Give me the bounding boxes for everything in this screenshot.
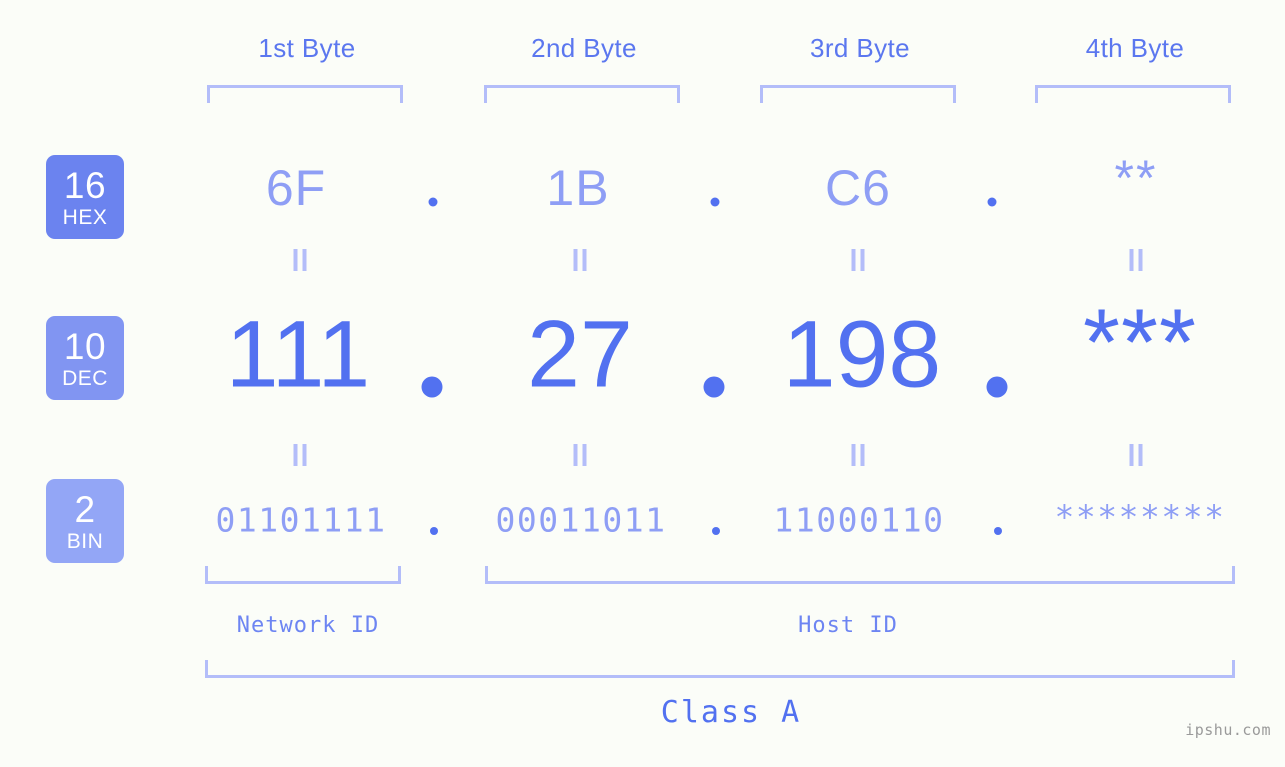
dec-byte-2: 27 bbox=[527, 301, 633, 408]
byte-bracket-4 bbox=[1035, 85, 1231, 103]
dec-byte-1: 111 bbox=[225, 301, 371, 408]
bin-separator-1 bbox=[430, 527, 438, 535]
equals-mark-hex-dec-3 bbox=[851, 249, 865, 271]
dec-separator-1 bbox=[421, 376, 443, 398]
equals-mark-dec-bin-1 bbox=[293, 444, 307, 466]
byte-header-3: 3rd Byte bbox=[809, 33, 911, 63]
hex-byte-3: C6 bbox=[825, 160, 891, 216]
dec-byte-3: 198 bbox=[782, 301, 942, 408]
byte-header-4: 4th Byte bbox=[1085, 33, 1185, 63]
equals-mark-dec-bin-4 bbox=[1129, 444, 1143, 466]
hex-separator-1 bbox=[428, 197, 438, 207]
base-badge-dec-number: 10 bbox=[63, 325, 107, 367]
bin-separator-2 bbox=[712, 527, 720, 535]
hex-separator-2 bbox=[710, 197, 720, 207]
class-bracket bbox=[205, 660, 1235, 678]
base-badge-bin-label: BIN bbox=[66, 529, 104, 553]
byte-bracket-3 bbox=[760, 85, 956, 103]
base-badge-hex: 16 HEX bbox=[46, 155, 124, 239]
bin-byte-2: 00011011 bbox=[495, 500, 667, 540]
host-id-label: Host ID bbox=[798, 613, 898, 638]
base-badge-bin-number: 2 bbox=[74, 488, 96, 530]
dec-separator-3 bbox=[986, 376, 1008, 398]
equals-mark-dec-bin-2 bbox=[573, 444, 587, 466]
ip-address-breakdown-diagram: 1st Byte 2nd Byte 3rd Byte 4th Byte 16 H… bbox=[0, 0, 1285, 767]
hex-byte-4: ** bbox=[1114, 150, 1158, 206]
byte-bracket-2 bbox=[484, 85, 680, 103]
host-id-bracket bbox=[485, 566, 1235, 584]
base-badge-dec: 10 DEC bbox=[46, 316, 124, 400]
base-badge-bin: 2 BIN bbox=[46, 479, 124, 563]
dec-separator-2 bbox=[703, 376, 725, 398]
base-badge-hex-label: HEX bbox=[62, 205, 108, 229]
byte-bracket-1 bbox=[207, 85, 403, 103]
bin-byte-3: 11000110 bbox=[773, 500, 945, 540]
class-label: Class A bbox=[660, 695, 802, 730]
equals-mark-dec-bin-3 bbox=[851, 444, 865, 466]
hex-byte-2: 1B bbox=[546, 160, 610, 216]
byte-header-1: 1st Byte bbox=[258, 33, 356, 63]
network-id-label: Network ID bbox=[236, 613, 380, 638]
bin-byte-4: ******** bbox=[1054, 497, 1226, 537]
hex-byte-1: 6F bbox=[265, 160, 327, 216]
equals-mark-hex-dec-2 bbox=[573, 249, 587, 271]
equals-mark-hex-dec-1 bbox=[293, 249, 307, 271]
watermark: ipshu.com bbox=[1185, 721, 1271, 739]
base-badge-dec-label: DEC bbox=[62, 366, 108, 390]
hex-separator-3 bbox=[987, 197, 997, 207]
byte-header-2: 2nd Byte bbox=[531, 33, 637, 63]
bin-byte-1: 01101111 bbox=[215, 500, 387, 540]
equals-mark-hex-dec-4 bbox=[1129, 249, 1143, 271]
base-badge-hex-number: 16 bbox=[63, 164, 107, 206]
network-id-bracket bbox=[205, 566, 401, 584]
bin-separator-3 bbox=[994, 527, 1002, 535]
dec-byte-4: *** bbox=[1083, 289, 1197, 396]
